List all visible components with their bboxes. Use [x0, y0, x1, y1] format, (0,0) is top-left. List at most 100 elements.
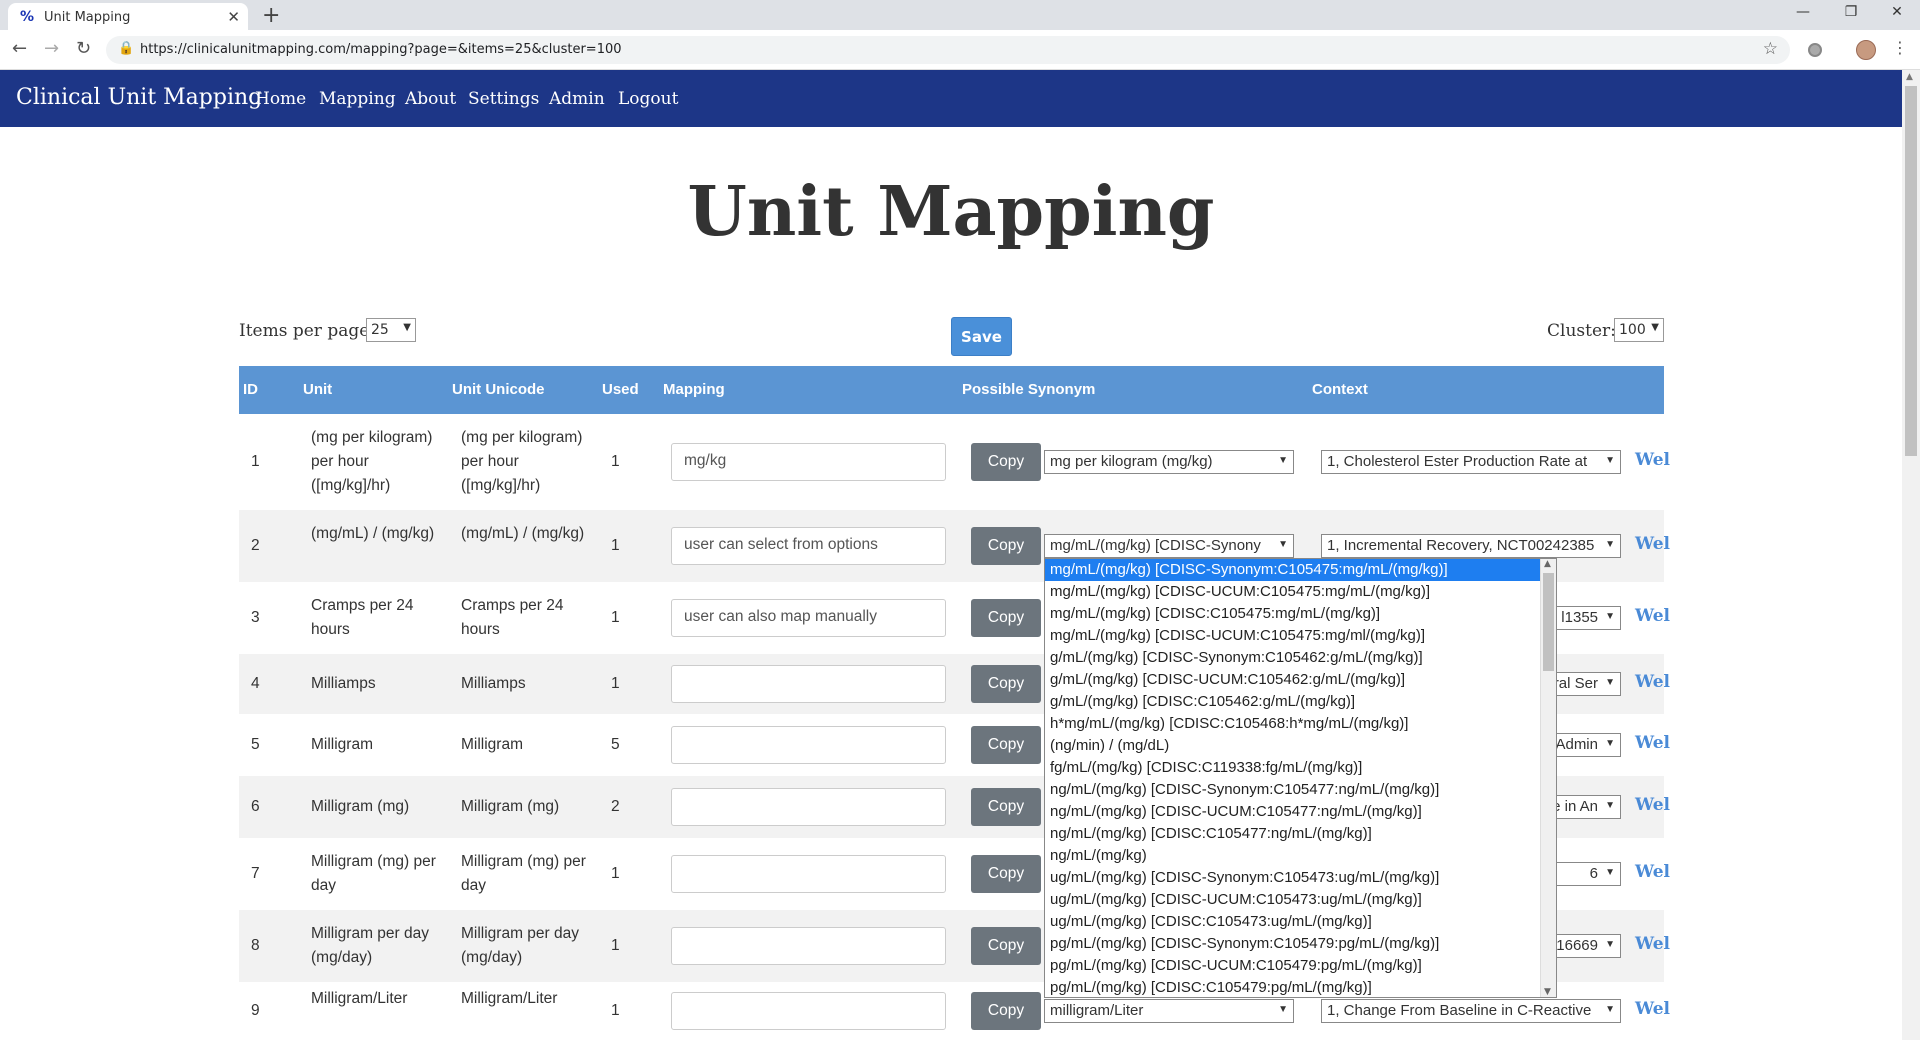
- dropdown-option[interactable]: mg/mL/(mg/kg) [CDISC-UCUM:C105475:mg/mL/…: [1045, 581, 1556, 603]
- mapping-input[interactable]: [671, 992, 946, 1030]
- header-possible-synonym[interactable]: Possible Synonym: [962, 381, 1095, 398]
- scroll-up-icon[interactable]: ▲: [1906, 72, 1913, 82]
- close-tab-icon[interactable]: ✕: [227, 8, 240, 26]
- dropdown-option[interactable]: pg/mL/(mg/kg) [CDISC-UCUM:C105479:pg/mL/…: [1045, 955, 1556, 977]
- dropdown-option[interactable]: g/mL/(mg/kg) [CDISC-UCUM:C105462:g/mL/(m…: [1045, 669, 1556, 691]
- dropdown-option[interactable]: pg/mL/(mg/kg) [CDISC-Synonym:C105479:pg/…: [1045, 933, 1556, 955]
- context-select[interactable]: 1, Change From Baseline in C-Reactive ▼: [1321, 999, 1621, 1023]
- restore-icon[interactable]: ❐: [1828, 4, 1874, 20]
- copy-button[interactable]: Copy: [971, 726, 1041, 764]
- cell-unit-unicode: Milligram: [461, 736, 523, 753]
- dropdown-option[interactable]: ug/mL/(mg/kg) [CDISC-UCUM:C105473:ug/mL/…: [1045, 889, 1556, 911]
- back-icon[interactable]: ←: [12, 38, 27, 59]
- copy-button[interactable]: Copy: [971, 665, 1041, 703]
- web-link[interactable]: Wel: [1635, 606, 1670, 626]
- dropdown-arrow-icon: ▼: [1278, 455, 1288, 466]
- close-window-icon[interactable]: ✕: [1874, 4, 1920, 20]
- header-used[interactable]: Used: [602, 381, 639, 398]
- header-context[interactable]: Context: [1312, 381, 1368, 398]
- brand-link[interactable]: Clinical Unit Mapping: [16, 85, 262, 110]
- header-unit-unicode[interactable]: Unit Unicode: [452, 381, 545, 398]
- dropdown-option[interactable]: mg/mL/(mg/kg) [CDISC-UCUM:C105475:mg/ml/…: [1045, 625, 1556, 647]
- copy-button[interactable]: Copy: [971, 599, 1041, 637]
- extension-icon[interactable]: [1808, 43, 1822, 57]
- profile-avatar[interactable]: [1856, 40, 1876, 60]
- nav-mapping[interactable]: Mapping: [319, 89, 396, 109]
- mapping-input[interactable]: mg/kg: [671, 443, 946, 481]
- copy-button[interactable]: Copy: [971, 855, 1041, 893]
- dropdown-option[interactable]: ug/mL/(mg/kg) [CDISC-Synonym:C105473:ug/…: [1045, 867, 1556, 889]
- web-link[interactable]: Wel: [1635, 534, 1670, 554]
- tab-title: Unit Mapping: [44, 10, 131, 25]
- minimize-icon[interactable]: —: [1780, 4, 1826, 20]
- mapping-input[interactable]: [671, 927, 946, 965]
- dropdown-option[interactable]: mg/mL/(mg/kg) [CDISC:C105475:mg/mL/(mg/k…: [1045, 603, 1556, 625]
- synonym-dropdown-list[interactable]: ▲ ▼ mg/mL/(mg/kg) [CDISC-Synonym:C105475…: [1044, 558, 1557, 998]
- cell-used: 1: [611, 675, 620, 692]
- dropdown-option[interactable]: g/mL/(mg/kg) [CDISC-Synonym:C105462:g/mL…: [1045, 647, 1556, 669]
- cell-used: 1: [611, 937, 620, 954]
- nav-settings[interactable]: Settings: [468, 89, 539, 109]
- dropdown-option[interactable]: fg/mL/(mg/kg) [CDISC:C119338:fg/mL/(mg/k…: [1045, 757, 1556, 779]
- browser-tab[interactable]: % Unit Mapping ✕: [8, 3, 248, 33]
- mapping-value: user can also map manually: [684, 608, 877, 625]
- web-link[interactable]: Wel: [1635, 672, 1670, 692]
- copy-button[interactable]: Copy: [971, 788, 1041, 826]
- mapping-input[interactable]: [671, 855, 946, 893]
- header-mapping[interactable]: Mapping: [663, 381, 725, 398]
- cluster-select[interactable]: 100 ▼: [1614, 318, 1664, 342]
- mapping-input[interactable]: user can select from options: [671, 527, 946, 565]
- dropdown-option[interactable]: ng/mL/(mg/kg): [1045, 845, 1556, 867]
- context-select[interactable]: 1, Cholesterol Ester Production Rate at ▼: [1321, 450, 1621, 474]
- dropdown-option[interactable]: (ng/min) / (mg/dL): [1045, 735, 1556, 757]
- reload-icon[interactable]: ↻: [76, 38, 91, 59]
- web-link[interactable]: Wel: [1635, 450, 1670, 470]
- synonym-select[interactable]: milligram/Liter ▼: [1044, 999, 1294, 1023]
- cell-unit: Milligram: [311, 736, 373, 753]
- scroll-down-icon[interactable]: ▼: [1544, 987, 1551, 997]
- mapping-input[interactable]: user can also map manually: [671, 599, 946, 637]
- forward-icon[interactable]: →: [44, 38, 59, 59]
- copy-button[interactable]: Copy: [971, 927, 1041, 965]
- dropdown-scrollbar[interactable]: ▲ ▼: [1540, 559, 1556, 997]
- synonym-select[interactable]: mg/mL/(mg/kg) [CDISC-Synony ▼: [1044, 534, 1294, 558]
- web-link[interactable]: Wel: [1635, 862, 1670, 882]
- web-link[interactable]: Wel: [1635, 934, 1670, 954]
- bookmark-star-icon[interactable]: ☆: [1763, 39, 1778, 59]
- dropdown-option[interactable]: ng/mL/(mg/kg) [CDISC:C105477:ng/mL/(mg/k…: [1045, 823, 1556, 845]
- scroll-up-icon[interactable]: ▲: [1544, 559, 1551, 569]
- dropdown-option[interactable]: g/mL/(mg/kg) [CDISC:C105462:g/mL/(mg/kg)…: [1045, 691, 1556, 713]
- dropdown-option[interactable]: h*mg/mL/(mg/kg) [CDISC:C105468:h*mg/mL/(…: [1045, 713, 1556, 735]
- dropdown-option[interactable]: ng/mL/(mg/kg) [CDISC-Synonym:C105477:ng/…: [1045, 779, 1556, 801]
- web-link[interactable]: Wel: [1635, 795, 1670, 815]
- address-bar[interactable]: 🔒 https://clinicalunitmapping.com/mappin…: [106, 36, 1790, 64]
- mapping-input[interactable]: [671, 788, 946, 826]
- context-value: 1, Cholesterol Ester Production Rate at: [1327, 453, 1588, 470]
- header-unit[interactable]: Unit: [303, 381, 332, 398]
- web-link[interactable]: Wel: [1635, 733, 1670, 753]
- synonym-select[interactable]: mg per kilogram (mg/kg) ▼: [1044, 450, 1294, 474]
- dropdown-option[interactable]: ug/mL/(mg/kg) [CDISC:C105473:ug/mL/(mg/k…: [1045, 911, 1556, 933]
- save-button[interactable]: Save: [951, 317, 1012, 356]
- browser-menu-icon[interactable]: ⋮: [1892, 38, 1908, 57]
- items-per-page-select[interactable]: 25 ▼: [366, 318, 416, 342]
- dropdown-scroll-thumb[interactable]: [1543, 573, 1554, 671]
- copy-button[interactable]: Copy: [971, 527, 1041, 565]
- scroll-thumb[interactable]: [1905, 86, 1917, 456]
- dropdown-option[interactable]: ng/mL/(mg/kg) [CDISC-UCUM:C105477:ng/mL/…: [1045, 801, 1556, 823]
- web-link[interactable]: Wel: [1635, 999, 1670, 1019]
- header-id[interactable]: ID: [243, 381, 258, 398]
- new-tab-icon[interactable]: +: [262, 3, 280, 28]
- mapping-input[interactable]: [671, 726, 946, 764]
- nav-admin[interactable]: Admin: [549, 89, 605, 109]
- nav-logout[interactable]: Logout: [618, 89, 678, 109]
- mapping-input[interactable]: [671, 665, 946, 703]
- nav-about[interactable]: About: [405, 89, 456, 109]
- dropdown-option[interactable]: mg/mL/(mg/kg) [CDISC-Synonym:C105475:mg/…: [1045, 559, 1556, 581]
- nav-home[interactable]: Home: [255, 89, 306, 109]
- dropdown-option[interactable]: pg/mL/(mg/kg) [CDISC:C105479:pg/mL/(mg/k…: [1045, 977, 1556, 997]
- copy-button[interactable]: Copy: [971, 992, 1041, 1030]
- page-scrollbar[interactable]: ▲: [1902, 70, 1920, 1040]
- context-select[interactable]: 1, Incremental Recovery, NCT00242385 ▼: [1321, 534, 1621, 558]
- copy-button[interactable]: Copy: [971, 443, 1041, 481]
